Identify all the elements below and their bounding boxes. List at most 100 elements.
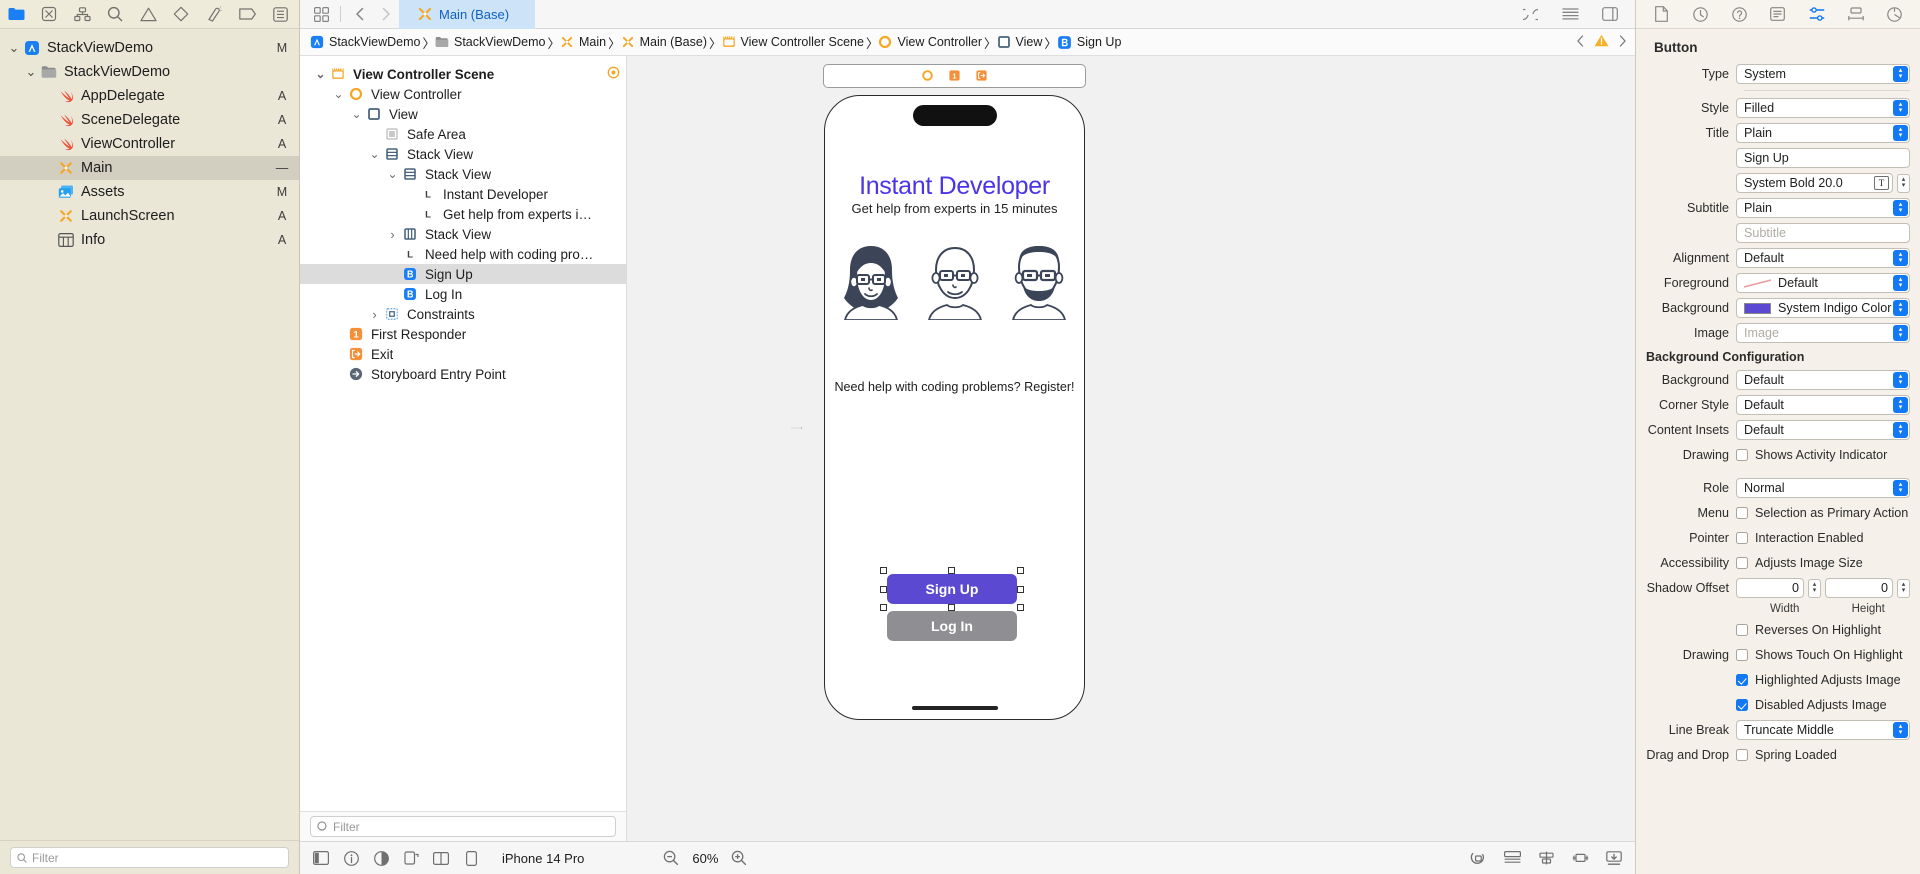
inspector-control[interactable]: Sign Up	[1736, 148, 1910, 168]
inspector-control[interactable]: Default▴▾	[1736, 273, 1910, 293]
disclosure-triangle-icon[interactable]: ⌄	[23, 67, 39, 77]
button-sign-up[interactable]: Sign Up	[887, 574, 1017, 604]
outline-row[interactable]: LGet help from experts i…	[300, 204, 626, 224]
checkbox[interactable]	[1736, 449, 1748, 461]
inspector-control[interactable]: Plain▴▾	[1736, 123, 1910, 143]
update-frames-icon[interactable]	[1467, 847, 1489, 869]
help-inspector-icon[interactable]	[1728, 5, 1750, 23]
breadcrumb-item[interactable]: View	[997, 35, 1045, 49]
breadcrumb-item[interactable]: View Controller	[878, 35, 984, 49]
disclosure-triangle-icon[interactable]: ›	[384, 227, 401, 242]
file-row[interactable]: InfoA	[0, 228, 299, 252]
checkbox[interactable]	[1736, 699, 1748, 711]
popup-stepper-icon[interactable]: ▴▾	[1893, 480, 1908, 496]
outline-row[interactable]: 1First Responder	[300, 324, 626, 344]
inspector-toggle-icon[interactable]	[1597, 3, 1623, 25]
exit-icon[interactable]	[976, 69, 987, 84]
outline-row[interactable]: ›Constraints	[300, 304, 626, 324]
inspector-control[interactable]: System▴▾	[1736, 64, 1910, 84]
view-as-icon[interactable]	[310, 847, 332, 869]
size-inspector-icon[interactable]	[1845, 5, 1867, 23]
interface-builder-canvas[interactable]: 1 Instant Developer	[627, 56, 1635, 841]
checkbox[interactable]	[1736, 557, 1748, 569]
outline-row[interactable]: ⌄Stack View	[300, 144, 626, 164]
outline-row[interactable]: Storyboard Entry Point	[300, 364, 626, 384]
embed-icon[interactable]	[1501, 847, 1523, 869]
handle-mid-right[interactable]	[1017, 586, 1024, 593]
inspector-control[interactable]: Default▴▾	[1736, 420, 1910, 440]
popup-stepper-icon[interactable]: ▴▾	[1893, 422, 1908, 438]
popup-stepper-icon[interactable]: ▴▾	[1893, 325, 1908, 341]
outline-row[interactable]: Sign Up	[300, 264, 626, 284]
inspector-control[interactable]: Default▴▾	[1736, 395, 1910, 415]
shadow-offset-height-stepper[interactable]: ▴▾	[1897, 579, 1910, 598]
inspector-control[interactable]: Default▴▾	[1736, 248, 1910, 268]
breadcrumb-item[interactable]: Sign Up	[1057, 35, 1123, 50]
file-row[interactable]: SceneDelegateA	[0, 108, 299, 132]
history-inspector-icon[interactable]	[1689, 5, 1711, 23]
outline-row[interactable]: ⌄View Controller	[300, 84, 626, 104]
identity-inspector-icon[interactable]	[1767, 5, 1789, 23]
inspector-control[interactable]: Filled▴▾	[1736, 98, 1910, 118]
file-row[interactable]: ⌄StackViewDemoM	[0, 36, 299, 60]
file-row[interactable]: AppDelegateA	[0, 84, 299, 108]
disclosure-triangle-icon[interactable]: ⌄	[330, 90, 347, 98]
device-icon[interactable]	[460, 847, 482, 869]
outline-row[interactable]: ⌄View Controller Scene	[300, 64, 626, 84]
lines-icon[interactable]	[1557, 3, 1583, 25]
zoom-in-icon[interactable]	[728, 847, 750, 869]
file-row[interactable]: ViewControllerA	[0, 132, 299, 156]
search-icon[interactable]	[105, 5, 125, 23]
inspector-control[interactable]: Truncate Middle▴▾	[1736, 720, 1910, 740]
disclosure-triangle-icon[interactable]: ›	[366, 307, 383, 322]
breadcrumb-item[interactable]: Main (Base)	[621, 35, 709, 49]
handle-top-right[interactable]	[1017, 567, 1024, 574]
breadcrumb-prev-issue-icon[interactable]	[1576, 35, 1585, 50]
split-icon[interactable]	[430, 847, 452, 869]
folder-icon[interactable]	[6, 5, 26, 23]
disclosure-triangle-icon[interactable]: ⌄	[312, 70, 329, 78]
orientation-icon[interactable]	[400, 847, 422, 869]
popup-stepper-icon[interactable]: ▴▾	[1893, 66, 1908, 82]
pin-icon[interactable]	[1569, 847, 1591, 869]
debug-icon[interactable]	[204, 5, 224, 23]
checkbox[interactable]	[1736, 674, 1748, 686]
zoom-out-icon[interactable]	[660, 847, 682, 869]
outline-filter-input[interactable]: Filter	[310, 816, 616, 837]
device-label[interactable]: iPhone 14 Pro	[502, 851, 584, 866]
zoom-level-label[interactable]: 60%	[692, 851, 718, 866]
checkbox[interactable]	[1736, 507, 1748, 519]
align-icon[interactable]	[1535, 847, 1557, 869]
checkbox[interactable]	[1736, 532, 1748, 544]
popup-stepper-icon[interactable]: ▴▾	[1893, 722, 1908, 738]
handle-bottom-center[interactable]	[948, 604, 955, 611]
breadcrumb-item[interactable]: StackViewDemo	[435, 35, 547, 49]
font-field[interactable]: System Bold 20.0T	[1736, 173, 1893, 193]
warning-icon[interactable]	[138, 5, 158, 23]
shadow-offset-width-field[interactable]: 0	[1736, 578, 1804, 598]
nav-back-button[interactable]	[347, 3, 373, 25]
disclosure-triangle-icon[interactable]: ⌄	[384, 170, 401, 178]
handle-top-left[interactable]	[880, 567, 887, 574]
first-responder-icon[interactable]: 1	[949, 69, 960, 84]
resolve-icon[interactable]	[607, 66, 620, 82]
disclosure-triangle-icon[interactable]: ⌄	[348, 110, 365, 118]
assistant-icon[interactable]	[1517, 3, 1543, 25]
connections-inspector-icon[interactable]	[1883, 5, 1905, 23]
report-icon[interactable]	[270, 5, 290, 23]
popup-stepper-icon[interactable]: ▴▾	[1893, 125, 1908, 141]
breadcrumb-item[interactable]: StackViewDemo	[310, 35, 422, 49]
checkbox[interactable]	[1736, 749, 1748, 761]
popup-stepper-icon[interactable]: ▴▾	[1893, 372, 1908, 388]
inspector-control[interactable]: Image▴▾	[1736, 323, 1910, 343]
outline-row[interactable]: Log In	[300, 284, 626, 304]
hierarchy-icon[interactable]	[72, 5, 92, 23]
file-row[interactable]: LaunchScreenA	[0, 204, 299, 228]
resolve-issues-icon[interactable]	[1603, 847, 1625, 869]
popup-stepper-icon[interactable]: ▴▾	[1893, 100, 1908, 116]
file-row[interactable]: AssetsM	[0, 180, 299, 204]
source-control-icon[interactable]	[39, 5, 59, 23]
file-row[interactable]: ⌄StackViewDemo	[0, 60, 299, 84]
inspector-control[interactable]: Plain▴▾	[1736, 198, 1910, 218]
outline-row[interactable]: ⌄View	[300, 104, 626, 124]
